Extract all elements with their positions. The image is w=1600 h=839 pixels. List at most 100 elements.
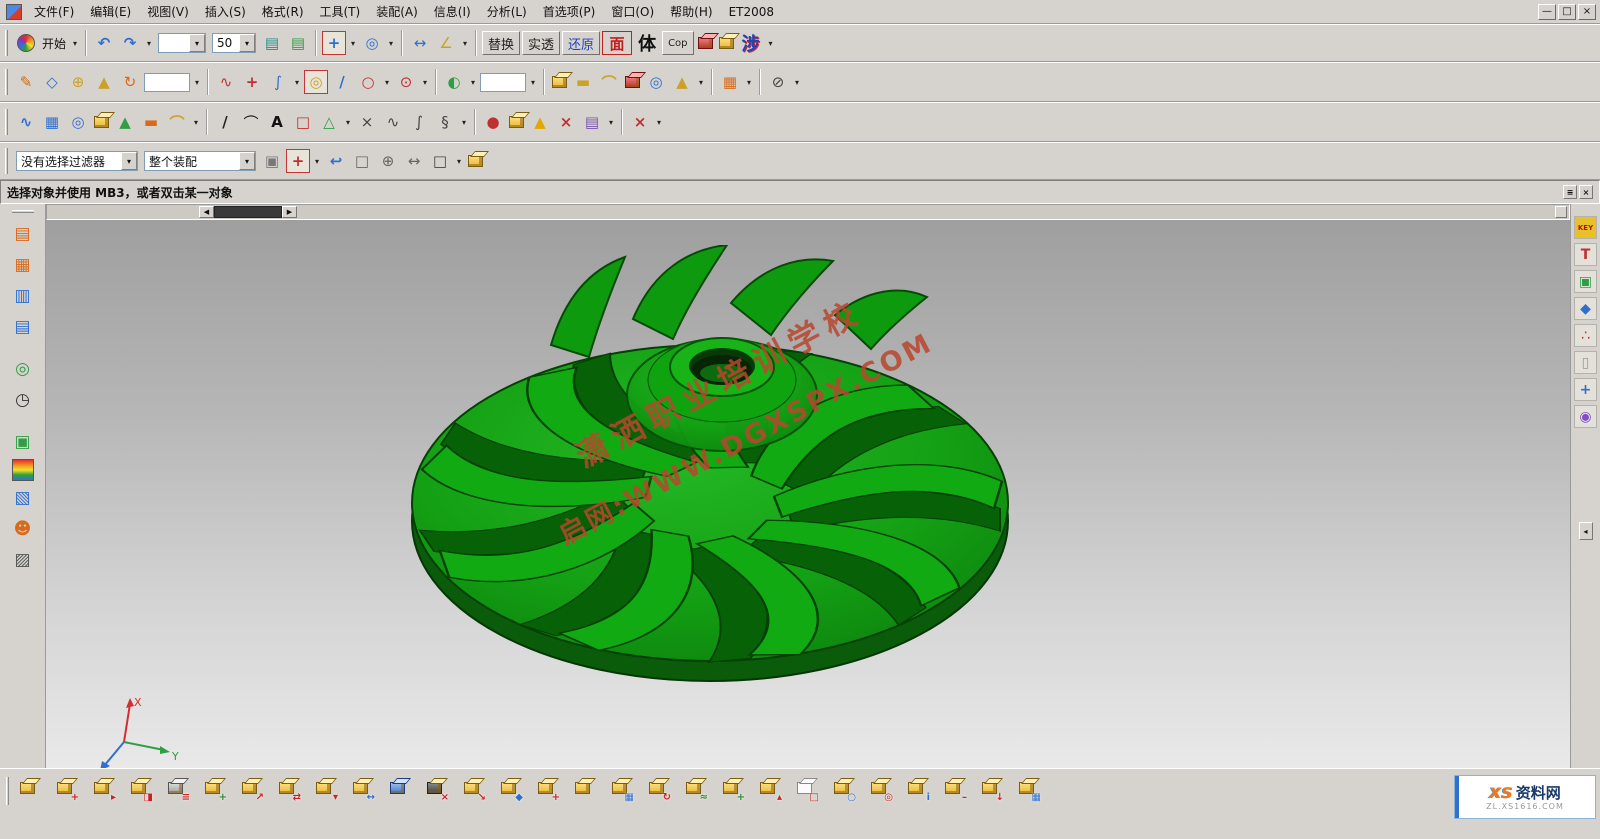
menu-et2008[interactable]: ET2008 (721, 3, 782, 21)
palette-icon[interactable] (12, 459, 34, 481)
taper-icon[interactable]: ▴ (754, 775, 780, 801)
promote-icon[interactable]: ↗ (236, 775, 262, 801)
materials-icon[interactable]: ▣ (6, 428, 40, 456)
start-caret-icon[interactable]: ▾ (70, 31, 80, 55)
redo-caret-icon[interactable]: ▾ (144, 31, 154, 55)
purple-sample-icon[interactable]: ◉ (1574, 405, 1597, 428)
marquee-icon[interactable]: □ (428, 149, 452, 173)
bar-close-button[interactable]: × (1579, 185, 1593, 199)
menu-insert[interactable]: 插入(S) (197, 1, 254, 22)
block-icon[interactable] (552, 76, 567, 88)
mesh2-icon[interactable]: ▦ (1013, 775, 1039, 801)
plus-sample-icon[interactable]: + (1574, 378, 1597, 401)
revolve-icon[interactable]: ↻ (118, 70, 142, 94)
ring-icon[interactable]: ◎ (865, 775, 891, 801)
tool-icon[interactable] (401, 30, 403, 56)
impeller-model[interactable] (401, 245, 1041, 715)
datum-plane-icon[interactable]: ◇ (40, 70, 64, 94)
spline-icon[interactable]: ∫ (266, 70, 290, 94)
toolbar-grip[interactable] (5, 69, 8, 95)
gold-cube-icon[interactable] (719, 37, 734, 49)
selection-scope-combo[interactable]: 整个装配 ▾ (144, 151, 256, 171)
tool-icon[interactable] (543, 69, 545, 95)
point-curve-icon[interactable]: × (355, 110, 379, 134)
trim-caret[interactable]: ▾ (792, 70, 802, 94)
tool-icon[interactable] (474, 109, 476, 135)
scroll-left-icon[interactable]: ◀ (199, 206, 214, 218)
restore-view-button[interactable]: 还原 (562, 31, 600, 55)
tool-icon[interactable] (711, 69, 713, 95)
helix-icon[interactable]: § (433, 110, 457, 134)
wcs-triad[interactable]: X Y Z (90, 692, 186, 768)
view-combo-caret-icon[interactable]: ▾ (189, 34, 205, 52)
toolbar-grip[interactable] (5, 109, 8, 135)
curves-caret[interactable]: ▾ (292, 70, 302, 94)
red-cube-icon[interactable] (698, 37, 713, 49)
line-segment-icon[interactable]: / (213, 110, 237, 134)
view-combo[interactable]: ▾ (158, 33, 206, 53)
shaded-button[interactable]: 实透 (522, 31, 560, 55)
polygon-icon[interactable]: △ (317, 110, 341, 134)
graphics-window[interactable]: 潇洒职业培训学校 启网:WWW.DGXSPX.COM X Y Z (46, 220, 1570, 768)
sketch-icon[interactable]: ✎ (14, 70, 38, 94)
sphere-icon[interactable]: ● (481, 110, 505, 134)
body-button[interactable]: 体 (634, 31, 660, 55)
redo-button[interactable]: ↷ (118, 31, 142, 55)
layer-settings-icon[interactable]: ▤ (286, 31, 310, 55)
menu-information[interactable]: 信息(I) (426, 1, 479, 22)
basic-curves-icon[interactable]: ∿ (214, 70, 238, 94)
color-feature-icon[interactable]: ▤ (580, 110, 604, 134)
datum-csys-icon[interactable]: ⊕ (66, 70, 90, 94)
circle-caret[interactable]: ▾ (420, 70, 430, 94)
sweep-icon[interactable]: ⌒ (597, 70, 621, 94)
rule-caret[interactable]: ▾ (528, 70, 538, 94)
add-body-icon[interactable]: + (51, 775, 77, 801)
plane-caret[interactable]: ▾ (192, 70, 202, 94)
menu-help[interactable]: 帮助(H) (662, 1, 720, 22)
cylinder-gold-icon[interactable] (94, 116, 109, 128)
spline-caret[interactable]: ▾ (459, 110, 469, 134)
cone-green-icon[interactable]: ▲ (113, 110, 137, 134)
scene-icon[interactable]: ▨ (6, 546, 40, 574)
menu-view[interactable]: 视图(V) (139, 1, 197, 22)
extrude-icon[interactable]: ▲ (92, 70, 116, 94)
align-icon[interactable]: ◆ (495, 775, 521, 801)
reuse-library-icon[interactable]: ▤ (6, 313, 40, 341)
measure-distance-icon[interactable]: ↔ (408, 31, 432, 55)
arc-icon[interactable]: ○ (356, 70, 380, 94)
part-navigator-icon[interactable]: ▥ (6, 282, 40, 310)
info-icon[interactable]: i (902, 775, 928, 801)
app-icon[interactable] (6, 4, 22, 20)
split-icon[interactable]: × (421, 775, 447, 801)
layer-combo-caret-icon[interactable]: ▾ (239, 34, 255, 52)
snap-caret[interactable]: ▾ (348, 31, 358, 55)
delete-face-icon[interactable]: × (554, 110, 578, 134)
text-icon[interactable]: A (265, 110, 289, 134)
suppress-icon[interactable]: × (628, 110, 652, 134)
mirror-icon[interactable]: ◨ (125, 775, 151, 801)
sew-icon[interactable]: ⇄ (273, 775, 299, 801)
start-label[interactable]: 开始 (42, 35, 66, 52)
join-icon[interactable]: + (532, 775, 558, 801)
constraint-navigator-icon[interactable]: ▦ (6, 251, 40, 279)
collapse-rail-icon[interactable]: ◂ (1579, 522, 1593, 540)
orient-icon[interactable]: ⊕ (376, 149, 400, 173)
circle-icon[interactable]: ⊙ (394, 70, 418, 94)
dots-sample-icon[interactable]: ∴ (1574, 324, 1597, 347)
menu-edit[interactable]: 编辑(E) (82, 1, 139, 22)
fit-spline-icon[interactable]: ∿ (381, 110, 405, 134)
studio-spline-icon[interactable]: ∫ (407, 110, 431, 134)
restore-button[interactable]: □ (1558, 4, 1576, 20)
wireframe-cube-icon[interactable]: □ (350, 149, 374, 173)
arc-segment-icon[interactable]: ⌒ (239, 110, 263, 134)
prim-caret[interactable]: ▾ (696, 70, 706, 94)
extract-icon[interactable]: + (199, 775, 225, 801)
tool-icon[interactable] (621, 109, 623, 135)
pattern-icon[interactable]: ▸ (88, 775, 114, 801)
hollow-icon[interactable] (509, 116, 524, 128)
toolbar-grip[interactable] (5, 30, 8, 56)
start-button[interactable] (14, 31, 38, 55)
plane-combo[interactable] (144, 73, 190, 92)
wave-icon[interactable]: ≈ (680, 775, 706, 801)
roles-icon[interactable]: ☻ (6, 515, 40, 543)
